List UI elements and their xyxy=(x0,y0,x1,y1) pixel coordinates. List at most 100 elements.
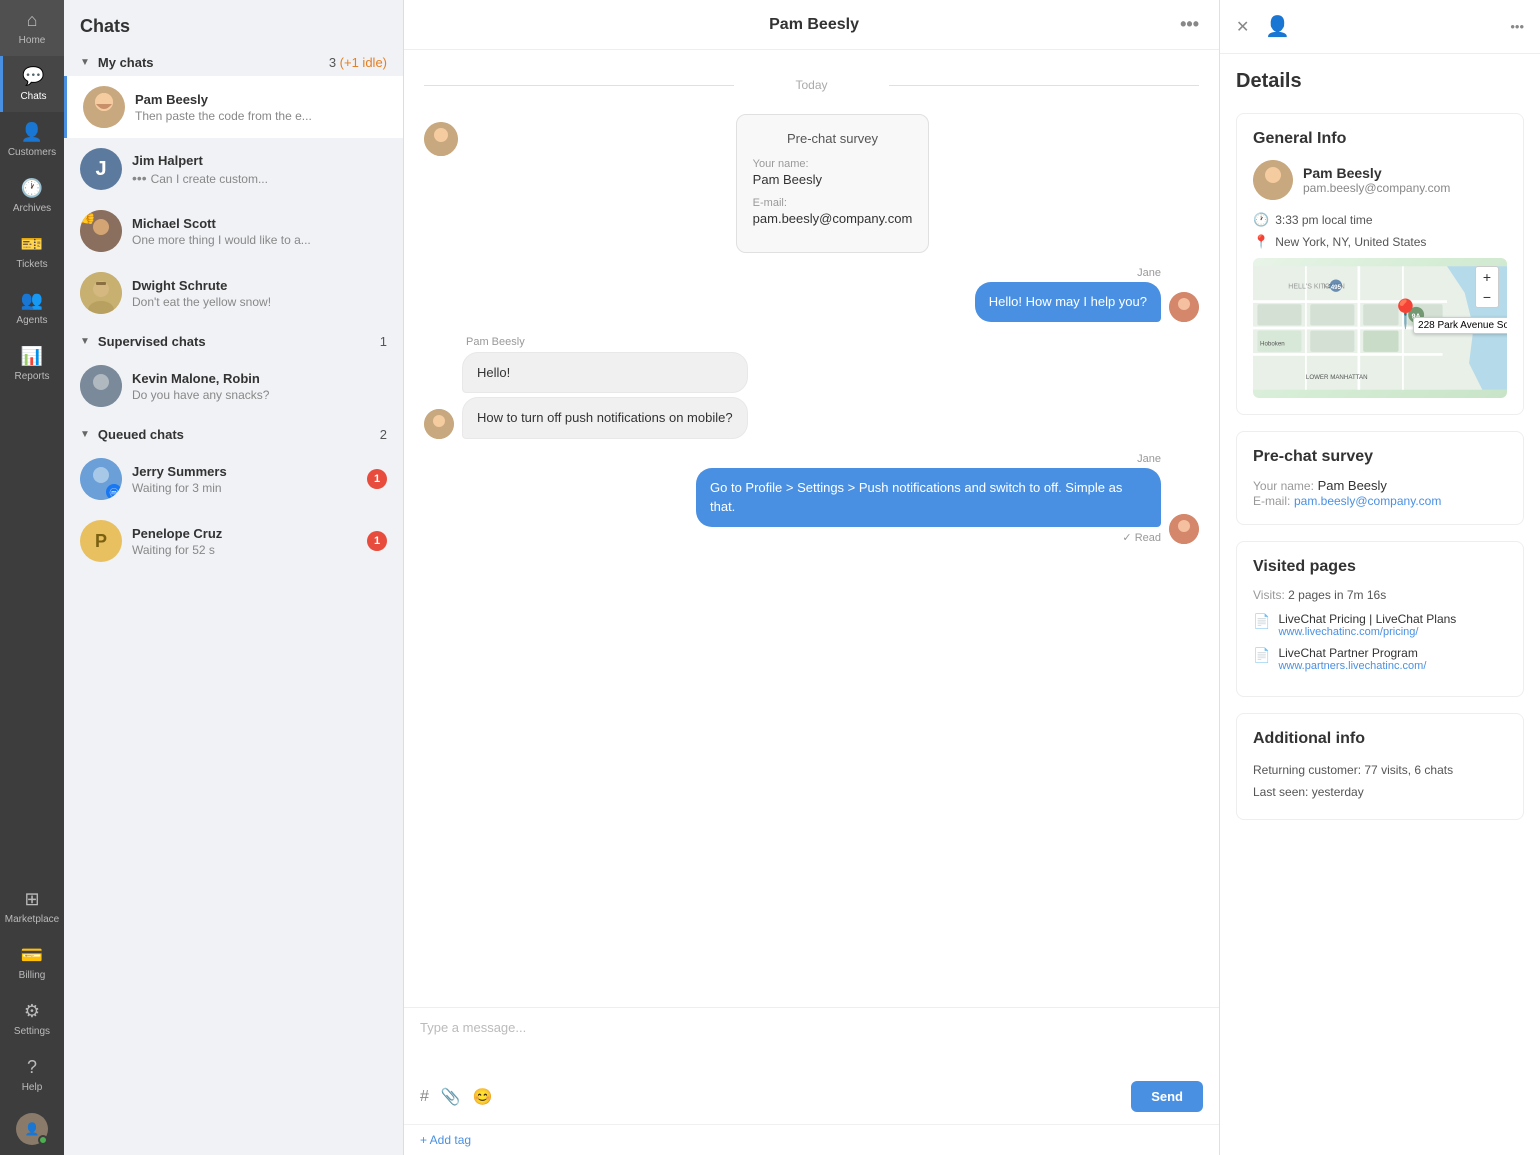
chat-item-michael-scott[interactable]: 👍 Michael Scott One more thing I would l… xyxy=(64,200,403,262)
panel-more-button[interactable]: ••• xyxy=(1510,19,1524,34)
nav-billing[interactable]: 💳 Billing xyxy=(0,935,64,991)
add-tag-button[interactable]: + Add tag xyxy=(404,1124,1219,1155)
right-panel-content: Details General Info Pam Beesly pam.bees… xyxy=(1220,54,1540,836)
chat-item-penelope-cruz[interactable]: P Penelope Cruz Waiting for 52 s 1 xyxy=(64,510,403,572)
my-chats-section-header: ▼ My chats 3 (+1 idle) xyxy=(64,45,403,76)
pre-chat-survey-detail-title: Pre-chat survey xyxy=(1253,448,1507,466)
visited-page-1-url[interactable]: www.livechatinc.com/pricing/ xyxy=(1278,626,1456,638)
message-3-row: Jane Go to Profile > Settings > Push not… xyxy=(424,453,1199,544)
visited-page-2-title: LiveChat Partner Program xyxy=(1278,646,1426,660)
pam-beesly-name: Pam Beesly xyxy=(135,92,387,107)
jim-halpert-preview: ••• Can I create custom... xyxy=(132,170,387,186)
typing-indicator: ••• xyxy=(132,170,151,186)
nav-agents[interactable]: 👥 Agents xyxy=(0,280,64,336)
agent-jane-avatar xyxy=(1169,292,1199,322)
my-chats-chevron[interactable]: ▼ xyxy=(80,57,90,68)
dwight-schrute-avatar xyxy=(80,272,122,314)
chat-header: Pam Beesly ••• xyxy=(404,0,1219,50)
supervised-chats-chevron[interactable]: ▼ xyxy=(80,336,90,347)
pre-chat-survey-row: Pre-chat survey Your name: Pam Beesly E-… xyxy=(424,114,1199,253)
message-2-content: Hello! How to turn off push notification… xyxy=(462,352,748,439)
nav-marketplace[interactable]: ⊞ Marketplace xyxy=(0,879,64,935)
message-3-read: ✓ Read xyxy=(696,531,1161,544)
queued-chats-chevron[interactable]: ▼ xyxy=(80,429,90,440)
nav-reports-label: Reports xyxy=(14,371,49,382)
visited-page-2: 📄 LiveChat Partner Program www.partners.… xyxy=(1253,646,1507,672)
penelope-cruz-avatar: P xyxy=(80,520,122,562)
chat-item-pam-beesly[interactable]: Pam Beesly Then paste the code from the … xyxy=(64,76,403,138)
chat-header-title: Pam Beesly xyxy=(448,16,1180,34)
chat-item-jim-halpert[interactable]: J Jim Halpert ••• Can I create custom... xyxy=(64,138,403,200)
right-panel-header: ✕ 👤 ••• xyxy=(1220,0,1540,54)
nav-help-label: Help xyxy=(22,1082,43,1093)
pam-sender-label: Pam Beesly xyxy=(466,336,1199,348)
page-icon-2: 📄 xyxy=(1253,647,1270,664)
visited-page-2-url[interactable]: www.partners.livechatinc.com/ xyxy=(1278,660,1426,672)
zoom-in-button[interactable]: + xyxy=(1476,267,1498,287)
nav-chats[interactable]: 💬 Chats xyxy=(0,56,64,112)
general-info-location-row: 📍 New York, NY, United States xyxy=(1253,234,1507,250)
visited-page-2-details: LiveChat Partner Program www.partners.li… xyxy=(1278,646,1426,672)
nav-customers[interactable]: 👤 Customers xyxy=(0,112,64,168)
supervised-chats-count: 1 xyxy=(380,334,387,349)
nav-tickets[interactable]: 🎫 Tickets xyxy=(0,224,64,280)
nav-home[interactable]: ⌂ Home xyxy=(0,0,64,56)
panel-person-icon[interactable]: 👤 xyxy=(1265,14,1290,39)
pam-avatar-image xyxy=(83,86,125,128)
jerry-summers-avatar: ⓜ xyxy=(80,458,122,500)
svg-text:LOWER MANHATTAN: LOWER MANHATTAN xyxy=(1306,374,1368,381)
michael-scott-info: Michael Scott One more thing I would lik… xyxy=(132,216,387,247)
message-1-content: Jane Hello! How may I help you? xyxy=(975,267,1161,322)
message-2-group: Pam Beesly Hello! How to turn off push n… xyxy=(424,336,1199,439)
hashtag-icon[interactable]: # xyxy=(420,1088,429,1106)
general-info-avatar xyxy=(1253,160,1293,200)
pam-avatar-msg xyxy=(424,409,454,439)
nav-billing-label: Billing xyxy=(19,970,46,981)
attachment-icon[interactable]: 📎 xyxy=(441,1087,461,1107)
queued-chats-section-header: ▼ Queued chats 2 xyxy=(64,417,403,448)
tickets-icon: 🎫 xyxy=(21,234,43,255)
nav-settings[interactable]: ⚙ Settings xyxy=(0,991,64,1047)
zoom-out-button[interactable]: − xyxy=(1476,287,1498,307)
kevin-avatar-image xyxy=(80,365,122,407)
nav-help[interactable]: ? Help xyxy=(0,1047,64,1103)
message-input[interactable] xyxy=(420,1020,1203,1070)
jerry-summers-preview: Waiting for 3 min xyxy=(132,481,357,495)
nav-tickets-label: Tickets xyxy=(16,259,47,270)
nav-user-avatar[interactable]: 👤 xyxy=(0,1103,64,1155)
send-button[interactable]: Send xyxy=(1131,1081,1203,1112)
chat-header-more-button[interactable]: ••• xyxy=(1180,14,1199,35)
chat-item-jerry-summers[interactable]: ⓜ Jerry Summers Waiting for 3 min 1 xyxy=(64,448,403,510)
nav-settings-label: Settings xyxy=(14,1026,50,1037)
nav-archives[interactable]: 🕐 Archives xyxy=(0,168,64,224)
map-zoom-controls: + − xyxy=(1475,266,1499,308)
survey-detail-email-value: pam.beesly@company.com xyxy=(1294,494,1441,508)
kevin-malone-info: Kevin Malone, Robin Do you have any snac… xyxy=(132,371,387,402)
chat-list-panel: Chats ▼ My chats 3 (+1 idle) Pam Beesly … xyxy=(64,0,404,1155)
message-3-content: Jane Go to Profile > Settings > Push not… xyxy=(696,453,1161,544)
dwight-schrute-name: Dwight Schrute xyxy=(132,278,387,293)
customers-icon: 👤 xyxy=(21,122,43,143)
svg-text:495: 495 xyxy=(1331,284,1342,291)
last-seen-info: Last seen: yesterday xyxy=(1253,782,1507,804)
archives-icon: 🕐 xyxy=(21,178,43,199)
queued-chats-count: 2 xyxy=(380,427,387,442)
message-2-hello-bubble: Hello! xyxy=(462,352,748,394)
panel-close-button[interactable]: ✕ xyxy=(1236,17,1249,37)
survey-email-value: pam.beesly@company.com xyxy=(753,211,913,226)
page-icon-1: 📄 xyxy=(1253,613,1270,630)
survey-detail-name-label: Your name: xyxy=(1253,479,1314,493)
map-address-label: 228 Park Avenue South xyxy=(1413,317,1507,334)
pam-beesly-avatar xyxy=(83,86,125,128)
chat-item-kevin-malone[interactable]: Kevin Malone, Robin Do you have any snac… xyxy=(64,355,403,417)
message-1-row: Jane Hello! How may I help you? xyxy=(424,267,1199,322)
chat-item-dwight-schrute[interactable]: Dwight Schrute Don't eat the yellow snow… xyxy=(64,262,403,324)
emoji-icon[interactable]: 😊 xyxy=(473,1087,493,1107)
michael-scott-name: Michael Scott xyxy=(132,216,387,231)
general-info-title: General Info xyxy=(1253,130,1507,148)
pre-chat-survey-title: Pre-chat survey xyxy=(753,131,913,146)
additional-info-content: Returning customer: 77 visits, 6 chats L… xyxy=(1253,760,1507,803)
nav-reports[interactable]: 📊 Reports xyxy=(0,336,64,392)
nav-chats-label: Chats xyxy=(20,91,46,102)
message-1-bubble: Hello! How may I help you? xyxy=(975,282,1161,322)
